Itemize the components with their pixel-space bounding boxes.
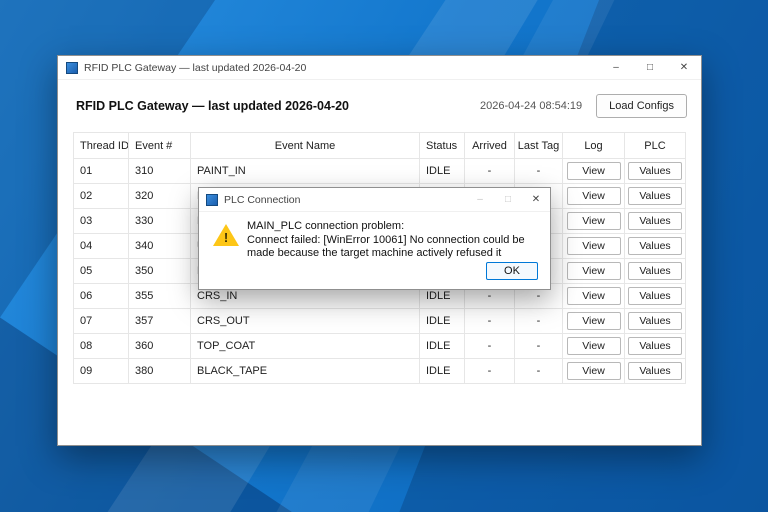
close-icon[interactable]: ✕ [667,56,701,79]
table-header-row: Thread ID Event # Event Name Status Arri… [74,133,685,159]
cell-event-name: BLACK_TAPE [191,359,420,383]
plc-connection-dialog: PLC Connection – □ ✕ ! MAIN_PLC connecti… [198,187,551,290]
cell-event-name: CRS_OUT [191,309,420,333]
cell-event-num: 355 [129,284,191,308]
cell-thread-id: 06 [74,284,129,308]
load-configs-button[interactable]: Load Configs [596,94,687,118]
dialog-close-icon[interactable]: ✕ [522,188,550,211]
cell-event-num: 380 [129,359,191,383]
column-header-event-name: Event Name [191,133,420,158]
plc-values-button[interactable]: Values [628,237,682,255]
cell-status: IDLE [420,309,465,333]
column-header-log: Log [563,133,625,158]
cell-event-num: 340 [129,234,191,258]
plc-values-button[interactable]: Values [628,362,682,380]
plc-values-button[interactable]: Values [628,287,682,305]
column-header-status: Status [420,133,465,158]
cell-thread-id: 01 [74,159,129,183]
view-log-button[interactable]: View [566,187,621,205]
cell-thread-id: 03 [74,209,129,233]
dialog-message-line1: MAIN_PLC connection problem: [247,220,405,232]
cell-event-num: 310 [129,159,191,183]
dialog-maximize-icon: □ [504,194,512,205]
dialog-icon [206,193,218,206]
column-header-plc: PLC [644,139,666,152]
cell-last-tag: - [515,359,563,383]
cell-status: IDLE [420,359,465,383]
cell-thread-id: 02 [74,184,129,208]
dialog-body: ! MAIN_PLC connection problem: Connect f… [199,212,550,289]
cell-event-num: 330 [129,209,191,233]
dialog-minimize-icon: – [477,194,483,205]
column-header-last-tag: Last Tag [515,133,563,158]
dialog-message: MAIN_PLC connection problem: Connect fai… [247,220,549,261]
cell-thread-id: 07 [74,309,129,333]
app-icon [66,61,78,74]
plc-values-button[interactable]: Values [628,212,682,230]
column-header-thread-id: Thread ID [74,133,129,158]
column-header-arrived: Arrived [465,133,515,158]
view-log-button[interactable]: View [566,162,621,180]
timestamp: 2026-04-24 08:54:19 [480,100,583,112]
view-log-button[interactable]: View [566,362,621,380]
cell-last-tag: - [515,334,563,358]
cell-last-tag: - [515,309,563,333]
cell-thread-id: 05 [74,259,129,283]
plc-values-button[interactable]: Values [628,162,682,180]
cell-arrived: - [465,159,515,183]
table-row: 08 360 TOP_COAT IDLE - - View Values [74,334,685,359]
plc-values-button[interactable]: Values [628,262,682,280]
warning-icon: ! [213,224,239,246]
dialog-message-line2: Connect failed: [WinError 10061] No conn… [247,233,525,260]
minimize-icon[interactable]: – [599,56,633,79]
table-row: 09 380 BLACK_TAPE IDLE - - View Values [74,359,685,384]
view-log-button[interactable]: View [566,337,621,355]
plc-values-button[interactable]: Values [628,337,682,355]
cell-arrived: - [465,359,515,383]
cell-event-num: 360 [129,334,191,358]
column-header-event-num: Event # [129,133,191,158]
ok-button[interactable]: OK [486,262,538,280]
window-title: RFID PLC Gateway — last updated 2026-04-… [84,61,307,74]
cell-event-name: PAINT_IN [191,159,420,183]
plc-values-button[interactable]: Values [628,187,682,205]
cell-thread-id: 09 [74,359,129,383]
cell-event-num: 350 [129,259,191,283]
window-header: RFID PLC Gateway — last updated 2026-04-… [58,80,701,130]
dialog-title: PLC Connection [224,193,301,206]
table-row: 07 357 CRS_OUT IDLE - - View Values [74,309,685,334]
view-log-button[interactable]: View [566,237,621,255]
cell-thread-id: 08 [74,334,129,358]
view-log-button[interactable]: View [566,287,621,305]
view-log-button[interactable]: View [566,312,621,330]
dialog-titlebar[interactable]: PLC Connection – □ ✕ [199,188,550,212]
cell-thread-id: 04 [74,234,129,258]
cell-status: IDLE [420,159,465,183]
cell-arrived: - [465,334,515,358]
page-title: RFID PLC Gateway — last updated 2026-04-… [76,99,350,113]
cell-last-tag: - [515,159,563,183]
table-row: 01 310 PAINT_IN IDLE - - View Values [74,159,685,184]
app-titlebar[interactable]: RFID PLC Gateway — last updated 2026-04-… [58,56,701,80]
view-log-button[interactable]: View [566,262,621,280]
cell-event-name: TOP_COAT [191,334,420,358]
cell-event-num: 320 [129,184,191,208]
cell-event-num: 357 [129,309,191,333]
maximize-icon[interactable]: □ [633,56,667,79]
view-log-button[interactable]: View [566,212,621,230]
cell-status: IDLE [420,334,465,358]
plc-values-button[interactable]: Values [628,312,682,330]
cell-arrived: - [465,309,515,333]
